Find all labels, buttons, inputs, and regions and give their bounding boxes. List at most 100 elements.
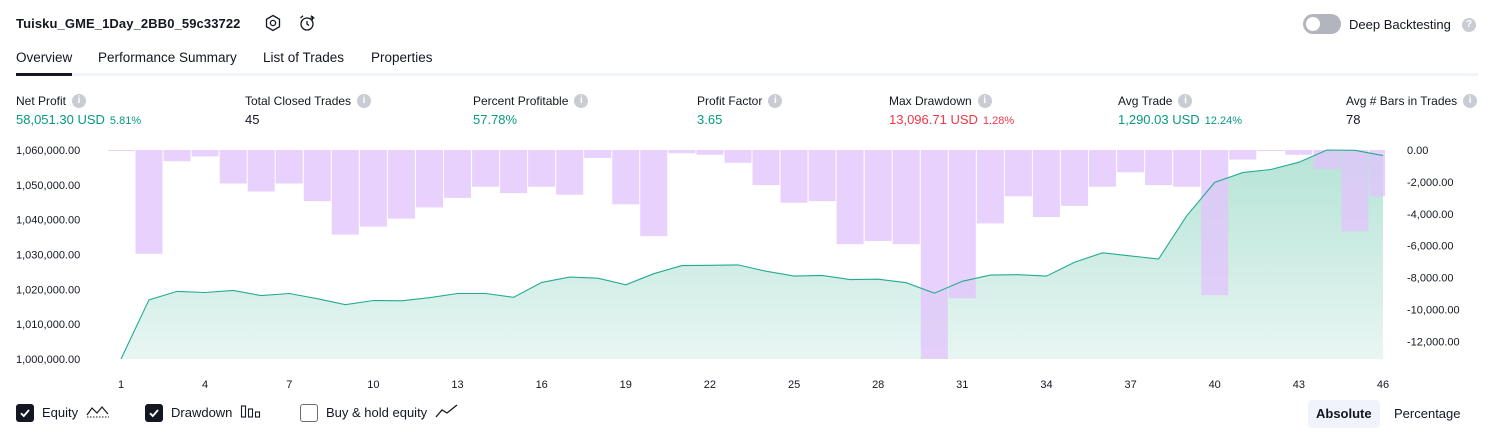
metric-max-drawdown: Max Drawdown i 13,096.71 USD 1.28%: [889, 94, 1014, 127]
metric-avg-trade: Avg Trade i 1,290.03 USD 12.24%: [1118, 94, 1242, 127]
x-tick-label: 40: [1209, 379, 1221, 391]
toggle-knob: [1306, 17, 1320, 31]
legend-drawdown[interactable]: Drawdown: [145, 403, 262, 422]
drawdown-bar: [1201, 150, 1229, 296]
drawdown-bar: [892, 150, 920, 245]
info-icon[interactable]: i: [357, 94, 372, 108]
drawdown-bar: [1117, 150, 1145, 173]
x-tick-label: 13: [451, 379, 463, 391]
drawdown-bar: [1004, 150, 1032, 197]
drawdown-bar: [1341, 150, 1369, 232]
y-right-tick-label: 0.00: [1407, 145, 1428, 157]
info-icon[interactable]: i: [1178, 94, 1193, 108]
drawdown-bar: [1145, 150, 1173, 186]
y-right-tick-label: -2,000.00: [1407, 177, 1453, 189]
y-right-tick-label: -8,000.00: [1407, 273, 1453, 285]
metric-percent: 5.81%: [109, 115, 142, 127]
metric-percent: 12.24%: [1204, 115, 1242, 127]
right-axis: 0.00 -2,000.00 -4,000.00 -6,000.00 -8,000.00…: [1407, 145, 1460, 349]
legend-buy-hold-equity[interactable]: Buy & hold equity: [300, 403, 459, 422]
drawdown-bar: [387, 150, 415, 219]
drawdown-bar: [191, 150, 219, 157]
drawdown-bar: [696, 150, 724, 155]
x-tick-label: 37: [1124, 379, 1136, 391]
x-tick-label: 16: [536, 379, 548, 391]
drawdown-bar: [752, 150, 780, 186]
drawdown-bar: [1313, 150, 1341, 170]
metric-percent-profitable: Percent Profitable i 57.78%: [473, 94, 589, 127]
y-right-tick-label: -10,000.00: [1407, 305, 1460, 317]
equity-area-icon: [86, 403, 110, 422]
x-tick-label: 28: [872, 379, 884, 391]
metric-profit-factor: Profit Factor i 3.65: [697, 94, 783, 127]
legend-label: Equity: [42, 405, 79, 420]
percentage-button[interactable]: Percentage: [1386, 400, 1469, 428]
tab-list-of-trades[interactable]: List of Trades: [263, 50, 344, 76]
add-alert-icon[interactable]: [297, 13, 317, 33]
legend-equity[interactable]: Equity: [16, 403, 110, 422]
info-icon[interactable]: i: [72, 94, 87, 108]
x-tick-label: 31: [956, 379, 968, 391]
metric-total-closed-trades: Total Closed Trades i 45: [245, 94, 372, 127]
drawdown-bar: [920, 150, 948, 359]
metric-label: Total Closed Trades: [245, 94, 352, 108]
y-left-tick-label: 1,000,000.00: [16, 354, 80, 366]
x-axis: 1 4 7 10 13 16 19 22 25 28 31 34 37 40 43 46: [118, 379, 1389, 391]
info-icon[interactable]: i: [574, 94, 589, 108]
x-tick-label: 43: [1293, 379, 1305, 391]
drawdown-bar: [976, 150, 1004, 224]
checkbox-unchecked-icon[interactable]: [300, 403, 318, 422]
y-right-tick-label: -12,000.00: [1407, 337, 1460, 349]
drawdown-bar: [331, 150, 359, 235]
drawdown-bar: [1257, 150, 1285, 151]
checkbox-checked-icon[interactable]: [16, 403, 34, 422]
metric-value: 1,290.03 USD: [1118, 112, 1200, 127]
x-tick-label: 4: [202, 379, 208, 391]
y-left-tick-label: 1,060,000.00: [16, 145, 80, 157]
x-tick-label: 10: [367, 379, 379, 391]
drawdown-bar: [556, 150, 584, 195]
left-axis: 1,060,000.00 1,050,000.00 1,040,000.00 1,03…: [16, 145, 80, 366]
deep-backtesting-toggle[interactable]: [1303, 14, 1341, 34]
x-tick-label: 25: [788, 379, 800, 391]
drawdown-bar: [303, 150, 331, 202]
drawdown-bar: [444, 150, 471, 198]
drawdown-bar: [1229, 150, 1257, 160]
absolute-button[interactable]: Absolute: [1308, 400, 1380, 428]
deep-backtesting-label: Deep Backtesting: [1349, 17, 1451, 32]
drawdown-bar: [1369, 150, 1385, 197]
metric-value: 3.65: [697, 112, 723, 127]
metric-label: Avg # Bars in Trades: [1346, 94, 1458, 108]
drawdown-bar: [1285, 150, 1313, 155]
info-icon[interactable]: i: [977, 94, 992, 108]
y-left-tick-label: 1,040,000.00: [16, 215, 80, 227]
tab-properties[interactable]: Properties: [371, 50, 433, 76]
metric-value: 45: [245, 112, 260, 127]
y-left-tick-label: 1,030,000.00: [16, 250, 80, 262]
x-tick-label: 1: [118, 379, 124, 391]
drawdown-bar: [584, 150, 612, 158]
drawdown-bar: [472, 150, 500, 187]
tab-performance-summary[interactable]: Performance Summary: [98, 50, 237, 76]
metric-value: 58,051.30 USD: [16, 112, 105, 127]
x-tick-label: 22: [704, 379, 716, 391]
drawdown-bar: [247, 150, 275, 192]
settings-icon[interactable]: [263, 13, 283, 33]
drawdown-bars-icon: [240, 403, 262, 422]
y-right-tick-label: -4,000.00: [1407, 209, 1453, 221]
help-icon[interactable]: ?: [1462, 18, 1476, 32]
drawdown-bar: [359, 150, 387, 227]
drawdown-bar: [1173, 150, 1201, 187]
info-icon[interactable]: i: [768, 94, 783, 108]
drawdown-bar: [275, 150, 303, 184]
drawdown-bar: [108, 150, 135, 151]
tab-overview[interactable]: Overview: [16, 50, 73, 76]
metric-value: 78: [1346, 112, 1361, 127]
checkbox-checked-icon[interactable]: [145, 403, 163, 422]
drawdown-bar: [135, 150, 163, 254]
drawdown-bar: [1089, 150, 1116, 187]
metric-avg-bars-in-trades: Avg # Bars in Trades i 78: [1346, 94, 1478, 127]
info-icon[interactable]: i: [1463, 94, 1478, 108]
y-right-tick-label: -6,000.00: [1407, 241, 1453, 253]
x-tick-label: 34: [1040, 379, 1052, 391]
